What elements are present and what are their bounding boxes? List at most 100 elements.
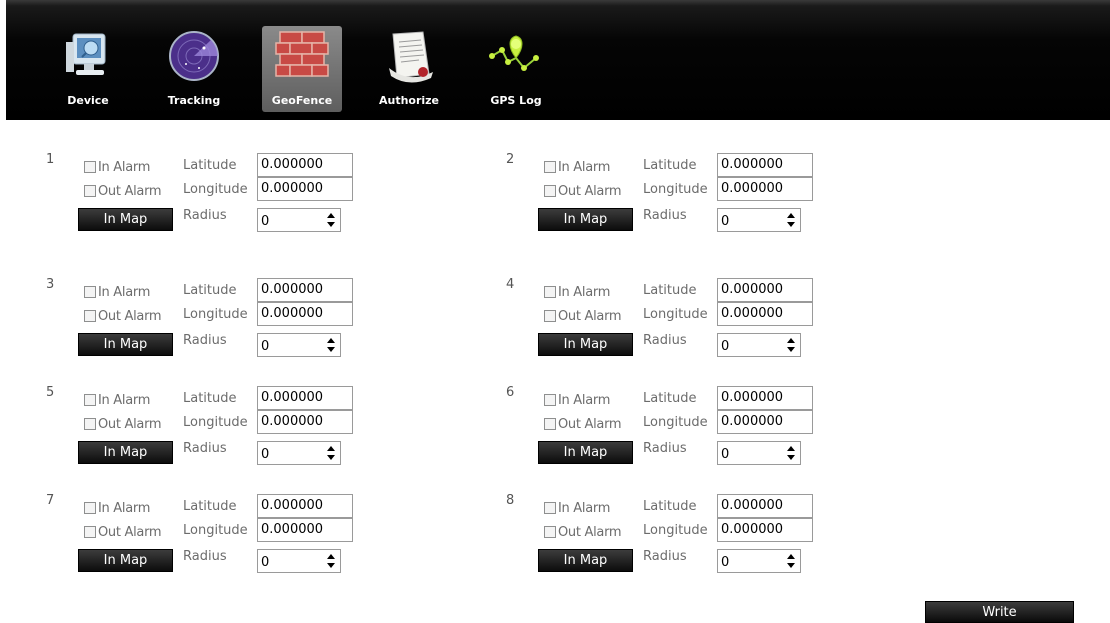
out-alarm-checkbox[interactable]: Out Alarm — [544, 523, 622, 541]
longitude-input[interactable]: 0.000000 — [257, 302, 353, 326]
geofence-number: 4 — [506, 277, 515, 292]
radius-spinner[interactable]: 0 — [717, 333, 801, 357]
main-toolbar: Device Tracking GeoFence Authorize GPS L… — [6, 0, 1110, 120]
in-map-button[interactable]: In Map — [538, 333, 633, 356]
latitude-label: Latitude — [183, 391, 237, 406]
radius-spinner[interactable]: 0 — [257, 441, 341, 465]
in-map-button[interactable]: In Map — [538, 208, 633, 231]
latitude-input[interactable]: 0.000000 — [257, 278, 353, 302]
checkbox-box[interactable] — [544, 310, 556, 322]
radius-spinner[interactable]: 0 — [717, 441, 801, 465]
in-alarm-checkbox[interactable]: In Alarm — [544, 391, 610, 409]
latitude-input[interactable]: 0.000000 — [257, 386, 353, 410]
radius-spinner[interactable]: 0 — [717, 208, 801, 232]
geofence-block-1: 1 In Alarm Out Alarm In Map Latitude Lon… — [46, 152, 466, 242]
longitude-input[interactable]: 0.000000 — [717, 302, 813, 326]
checkbox-box[interactable] — [84, 286, 96, 298]
longitude-input[interactable]: 0.000000 — [717, 177, 813, 201]
in-map-label: In Map — [103, 337, 148, 352]
spinner-arrows-icon[interactable] — [786, 212, 796, 228]
longitude-input[interactable]: 0.000000 — [257, 518, 353, 542]
checkbox-box[interactable] — [84, 526, 96, 538]
longitude-input[interactable]: 0.000000 — [717, 518, 813, 542]
in-map-label: In Map — [103, 445, 148, 460]
latitude-input[interactable]: 0.000000 — [717, 386, 813, 410]
in-alarm-checkbox[interactable]: In Alarm — [544, 283, 610, 301]
toolbar-geofence-button[interactable]: GeoFence — [262, 26, 342, 112]
latitude-input[interactable]: 0.000000 — [717, 278, 813, 302]
in-alarm-label: In Alarm — [558, 284, 611, 300]
in-map-button[interactable]: In Map — [78, 549, 173, 572]
checkbox-box[interactable] — [544, 526, 556, 538]
in-alarm-checkbox[interactable]: In Alarm — [84, 391, 150, 409]
in-alarm-checkbox[interactable]: In Alarm — [84, 499, 150, 517]
spinner-arrows-icon[interactable] — [786, 337, 796, 353]
certificate-document-icon — [389, 31, 433, 83]
brick-wall-icon — [275, 31, 329, 77]
checkbox-box[interactable] — [84, 394, 96, 406]
geofence-number: 7 — [46, 493, 55, 508]
longitude-input[interactable]: 0.000000 — [717, 410, 813, 434]
radius-value: 0 — [261, 339, 270, 354]
out-alarm-checkbox[interactable]: Out Alarm — [84, 182, 162, 200]
radius-spinner[interactable]: 0 — [717, 549, 801, 573]
spinner-arrows-icon[interactable] — [326, 445, 336, 461]
in-alarm-checkbox[interactable]: In Alarm — [544, 158, 610, 176]
checkbox-box[interactable] — [84, 418, 96, 430]
in-alarm-checkbox[interactable]: In Alarm — [84, 158, 150, 176]
spinner-arrows-icon[interactable] — [326, 553, 336, 569]
toolbar-label: Device — [67, 94, 109, 107]
in-alarm-checkbox[interactable]: In Alarm — [84, 283, 150, 301]
radius-value: 0 — [721, 214, 730, 229]
radius-spinner[interactable]: 0 — [257, 549, 341, 573]
latitude-label: Latitude — [183, 499, 237, 514]
in-map-button[interactable]: In Map — [538, 441, 633, 464]
longitude-input[interactable]: 0.000000 — [257, 410, 353, 434]
radius-spinner[interactable]: 0 — [257, 333, 341, 357]
spinner-arrows-icon[interactable] — [786, 553, 796, 569]
checkbox-box[interactable] — [84, 185, 96, 197]
checkbox-box[interactable] — [544, 286, 556, 298]
radius-label: Radius — [643, 208, 687, 223]
radius-value: 0 — [721, 555, 730, 570]
in-alarm-checkbox[interactable]: In Alarm — [544, 499, 610, 517]
spinner-arrows-icon[interactable] — [326, 212, 336, 228]
radar-icon — [169, 31, 219, 81]
write-button[interactable]: Write — [925, 601, 1074, 623]
out-alarm-checkbox[interactable]: Out Alarm — [544, 182, 622, 200]
out-alarm-checkbox[interactable]: Out Alarm — [84, 523, 162, 541]
toolbar-device-button[interactable]: Device — [48, 26, 128, 112]
checkbox-box[interactable] — [544, 418, 556, 430]
geofence-number: 2 — [506, 152, 515, 167]
spinner-arrows-icon[interactable] — [786, 445, 796, 461]
checkbox-box[interactable] — [84, 310, 96, 322]
radius-label: Radius — [643, 549, 687, 564]
in-map-button[interactable]: In Map — [78, 441, 173, 464]
longitude-input[interactable]: 0.000000 — [257, 177, 353, 201]
latitude-input[interactable]: 0.000000 — [257, 494, 353, 518]
checkbox-box[interactable] — [84, 502, 96, 514]
checkbox-box[interactable] — [544, 394, 556, 406]
out-alarm-checkbox[interactable]: Out Alarm — [84, 307, 162, 325]
in-alarm-label: In Alarm — [98, 284, 151, 300]
checkbox-box[interactable] — [544, 502, 556, 514]
latitude-label: Latitude — [643, 158, 697, 173]
geofence-block-8: 8 In Alarm Out Alarm In Map Latitude Lon… — [506, 493, 926, 583]
toolbar-gpslog-button[interactable]: GPS Log — [476, 26, 556, 112]
in-map-button[interactable]: In Map — [538, 549, 633, 572]
in-map-button[interactable]: In Map — [78, 208, 173, 231]
toolbar-authorize-button[interactable]: Authorize — [369, 26, 449, 112]
in-map-button[interactable]: In Map — [78, 333, 173, 356]
latitude-input[interactable]: 0.000000 — [257, 153, 353, 177]
latitude-input[interactable]: 0.000000 — [717, 153, 813, 177]
toolbar-tracking-button[interactable]: Tracking — [154, 26, 234, 112]
latitude-input[interactable]: 0.000000 — [717, 494, 813, 518]
checkbox-box[interactable] — [84, 161, 96, 173]
radius-spinner[interactable]: 0 — [257, 208, 341, 232]
checkbox-box[interactable] — [544, 185, 556, 197]
out-alarm-checkbox[interactable]: Out Alarm — [544, 415, 622, 433]
checkbox-box[interactable] — [544, 161, 556, 173]
out-alarm-checkbox[interactable]: Out Alarm — [544, 307, 622, 325]
out-alarm-checkbox[interactable]: Out Alarm — [84, 415, 162, 433]
spinner-arrows-icon[interactable] — [326, 337, 336, 353]
